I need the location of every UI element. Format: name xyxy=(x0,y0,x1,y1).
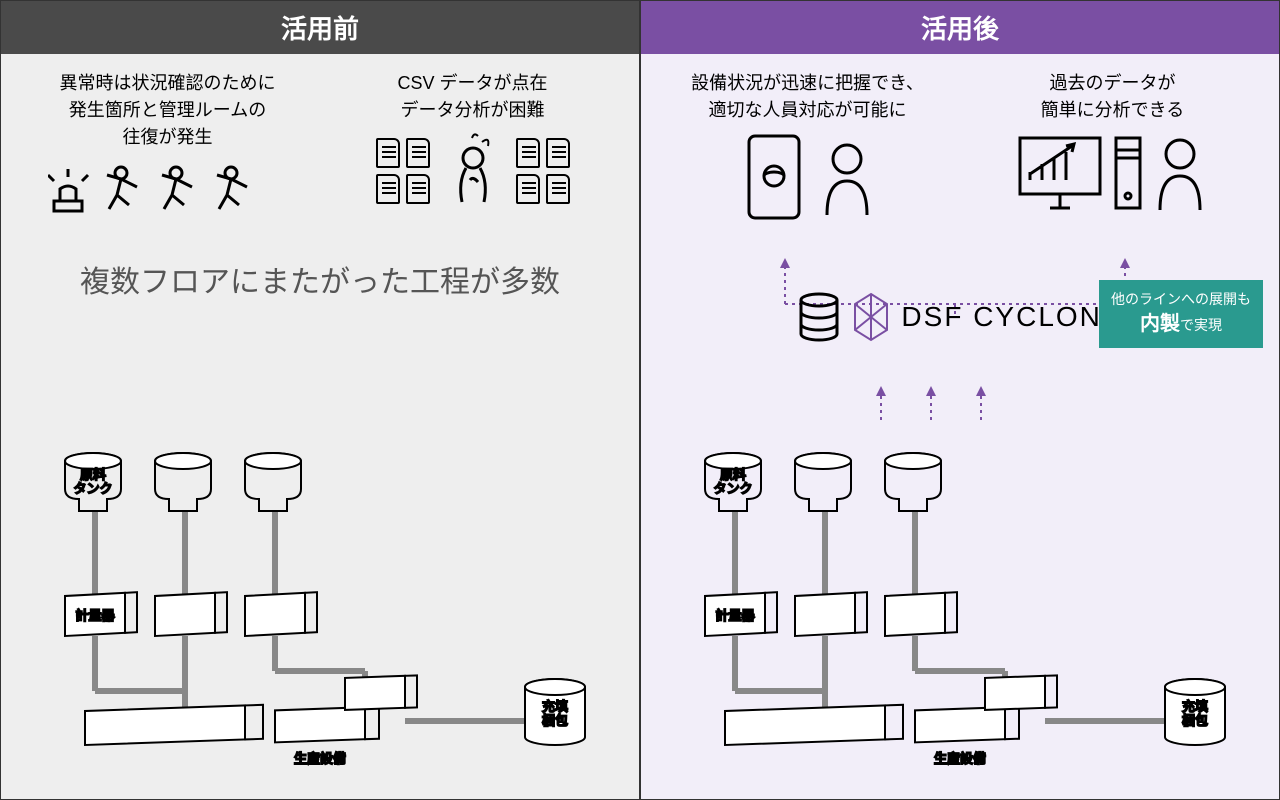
confused-person-icon xyxy=(448,132,498,210)
documents-icon xyxy=(514,136,572,206)
product-row: DSF CYCLONE 他のラインへの展開も 内製で実現 xyxy=(665,292,1255,342)
product-name: DSF CYCLONE xyxy=(901,301,1122,333)
after-header: 活用後 xyxy=(641,1,1279,54)
after-benefit-2: 過去のデータが 簡単に分析できる xyxy=(970,70,1255,222)
svg-text:充填梱包: 充填梱包 xyxy=(1182,699,1208,728)
svg-text:生産設備: 生産設備 xyxy=(294,751,346,766)
svg-text:生産設備: 生産設備 xyxy=(934,751,986,766)
before-panel: 活用前 異常時は状況確認のために 発生箇所と管理ルームの 往復が発生 xyxy=(0,0,640,800)
before-header: 活用前 xyxy=(1,1,639,54)
factory-diagram-right: 原料タンク 計量器 生産設備 xyxy=(665,441,1257,791)
documents-icon xyxy=(374,136,432,206)
monitor-chart-icon xyxy=(1016,132,1106,212)
running-icon xyxy=(48,159,288,229)
svg-text:充填梱包: 充填梱包 xyxy=(542,699,568,728)
after-benefit-1: 設備状況が迅速に把握でき、 適切な人員対応が可能に xyxy=(665,70,950,222)
person-icon xyxy=(1150,132,1210,212)
after-panel: 活用後 設備状況が迅速に把握でき、 適切な人員対応が可能に 過去のデータが xyxy=(640,0,1280,800)
before-summary: 複数フロアにまたがった工程が多数 xyxy=(25,257,615,301)
smartphone-icon xyxy=(739,132,809,222)
database-icon xyxy=(797,292,841,342)
before-problem-2: CSV データが点在 データ分析が困難 xyxy=(330,70,615,229)
callout-badge: 他のラインへの展開も 内製で実現 xyxy=(1099,280,1263,348)
before-problem-1: 異常時は状況確認のために 発生箇所と管理ルームの 往復が発生 xyxy=(25,70,310,229)
cyclone-logo-icon xyxy=(851,292,891,342)
factory-diagram-left: 原料タンク 計量器 生産設備 xyxy=(25,441,617,791)
svg-text:計量器: 計量器 xyxy=(75,608,114,623)
svg-text:計量器: 計量器 xyxy=(715,608,754,623)
person-icon xyxy=(817,137,877,217)
pc-tower-icon xyxy=(1114,132,1142,212)
flow-arrows-from-factory xyxy=(851,384,1051,424)
